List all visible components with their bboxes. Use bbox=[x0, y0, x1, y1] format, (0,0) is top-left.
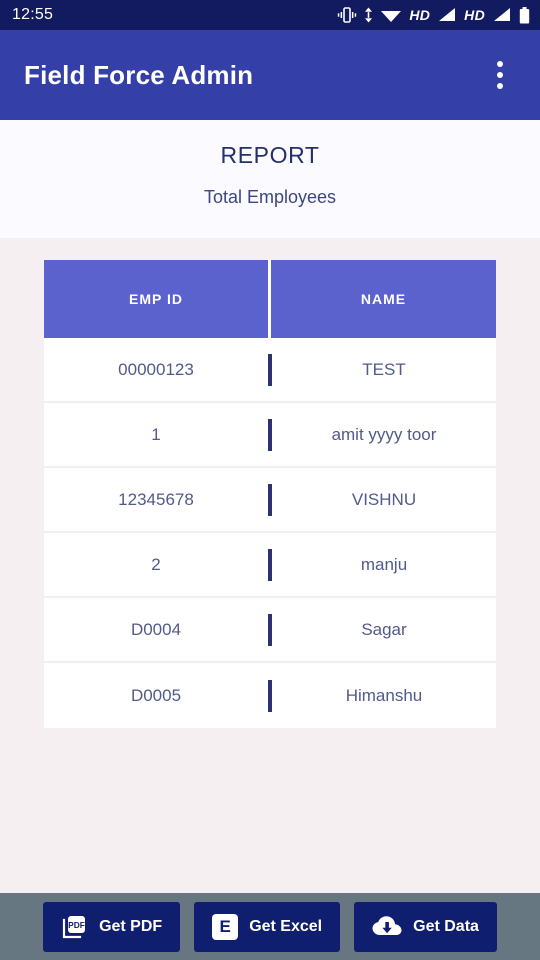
column-header-name[interactable]: NAME bbox=[271, 260, 496, 338]
get-excel-button[interactable]: E Get Excel bbox=[194, 901, 341, 952]
signal-2-icon bbox=[494, 8, 510, 21]
cell-emp-id: D0005 bbox=[130, 685, 182, 705]
dot bbox=[497, 61, 503, 67]
get-data-button[interactable]: Get Data bbox=[354, 901, 497, 952]
get-pdf-button[interactable]: PDF Get PDF bbox=[43, 901, 181, 952]
dot bbox=[497, 72, 503, 78]
cell-name: amit yyyy toor bbox=[331, 424, 437, 444]
app-title: Field Force Admin bbox=[24, 59, 254, 90]
get-data-label: Get Data bbox=[413, 917, 479, 935]
wifi-icon bbox=[381, 11, 402, 22]
svg-text:PDF: PDF bbox=[68, 920, 85, 930]
status-clock: 12:55 bbox=[12, 6, 54, 23]
signal-1-icon bbox=[439, 8, 456, 21]
report-subtitle: Total Employees bbox=[203, 187, 337, 207]
status-icon-group: HD HD bbox=[337, 6, 530, 24]
cell-emp-id: 2 bbox=[151, 554, 161, 574]
report-header: REPORT Total Employees bbox=[0, 120, 540, 238]
cloud-download-icon bbox=[372, 915, 402, 939]
table-row[interactable]: 12345678 VISHNU bbox=[44, 468, 496, 533]
hd-label-2: HD bbox=[464, 7, 485, 23]
excel-file-icon: E bbox=[212, 913, 239, 940]
cell-emp-id: 12345678 bbox=[118, 489, 194, 509]
get-excel-label: Get Excel bbox=[249, 917, 323, 935]
cell-name: Himanshu bbox=[345, 685, 423, 705]
employee-table: EMP ID NAME 00000123 TEST 1 amit yyyy toor 1… bbox=[44, 260, 496, 728]
action-bar: PDF Get PDF E Get Excel Get Data bbox=[0, 893, 540, 960]
table-row[interactable]: 1 amit yyyy toor bbox=[44, 403, 496, 468]
table-row[interactable]: 2 manju bbox=[44, 533, 496, 598]
more-vertical-icon[interactable] bbox=[478, 53, 522, 97]
cell-name: manju bbox=[360, 554, 408, 574]
dot bbox=[497, 83, 503, 89]
app-bar: Field Force Admin bbox=[0, 30, 540, 120]
table-body: 00000123 TEST 1 amit yyyy toor 12345678 VISHN… bbox=[44, 338, 496, 728]
battery-icon bbox=[519, 6, 530, 23]
table-row[interactable]: 00000123 TEST bbox=[44, 338, 496, 403]
cell-emp-id: 00000123 bbox=[118, 359, 194, 379]
cell-name: Sagar bbox=[361, 619, 407, 639]
data-transfer-icon bbox=[365, 7, 373, 23]
column-header-emp-id[interactable]: EMP ID bbox=[44, 260, 268, 338]
cell-name: VISHNU bbox=[351, 489, 417, 509]
get-pdf-label: Get PDF bbox=[99, 917, 163, 935]
hd-label-1: HD bbox=[409, 7, 431, 23]
table-header-row: EMP ID NAME bbox=[44, 260, 496, 338]
table-row[interactable]: D0005 Himanshu bbox=[44, 663, 496, 728]
cell-name: TEST bbox=[362, 359, 406, 379]
cell-emp-id: 1 bbox=[151, 424, 161, 444]
vibrate-icon bbox=[338, 7, 357, 23]
status-bar: 12:55 HD HD bbox=[0, 0, 540, 30]
cell-emp-id: D0004 bbox=[130, 619, 182, 639]
table-row[interactable]: D0004 Sagar bbox=[44, 598, 496, 663]
report-title: REPORT bbox=[220, 142, 320, 168]
content-area: EMP ID NAME 00000123 TEST 1 amit yyyy toor 1… bbox=[0, 238, 540, 893]
pdf-file-icon: PDF bbox=[61, 913, 88, 940]
